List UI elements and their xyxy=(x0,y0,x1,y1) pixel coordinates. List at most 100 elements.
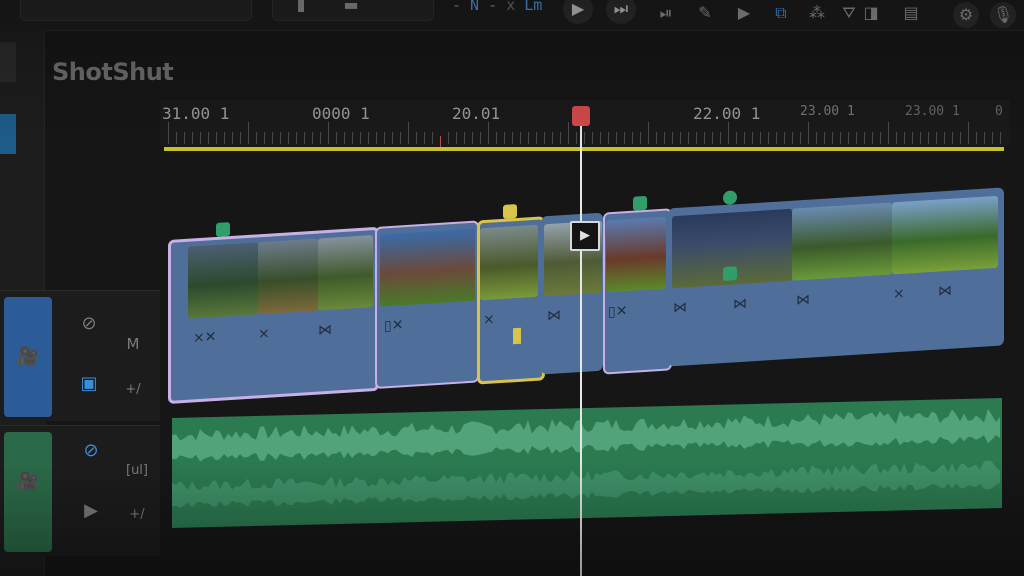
work-area-bar[interactable] xyxy=(164,147,1004,151)
ruler-tick xyxy=(672,132,673,144)
ruler-tick xyxy=(952,132,953,144)
layout-icon[interactable]: ▤ xyxy=(900,2,922,24)
audio-track[interactable] xyxy=(172,380,1002,530)
clip-controls[interactable]: ▯✕ xyxy=(608,303,627,320)
clip-controls[interactable]: ⋈ xyxy=(733,296,747,313)
ruler-tick xyxy=(400,132,401,144)
clip-controls[interactable]: ⋈ xyxy=(673,299,687,316)
clip-thumbnail xyxy=(318,235,373,311)
preview-play-button[interactable]: ▶ xyxy=(570,221,600,251)
grid-icon[interactable]: ⁂ xyxy=(806,2,828,24)
mic-icon[interactable]: 🎙 xyxy=(990,2,1016,28)
ruler-tick xyxy=(408,122,409,144)
filter-icon[interactable]: ⛛ xyxy=(838,2,860,24)
ruler-tick xyxy=(344,132,345,144)
ruler-tick xyxy=(960,132,961,144)
ruler-tick xyxy=(496,132,497,144)
clip-marker[interactable] xyxy=(723,190,737,206)
clip-marker[interactable] xyxy=(633,195,647,211)
ruler-tick xyxy=(464,132,465,144)
ruler-tick xyxy=(928,132,929,144)
settings-icon[interactable]: ⚙ xyxy=(953,2,979,28)
ruler-tick xyxy=(896,132,897,144)
ruler-tick xyxy=(416,132,417,144)
ruler-tick xyxy=(984,132,985,144)
track-label: [ul] xyxy=(126,463,148,478)
clip-thumbnail xyxy=(480,224,538,301)
ruler-tick xyxy=(528,132,529,144)
clip-thumbnail xyxy=(606,216,666,293)
ruler-tick xyxy=(192,132,193,144)
ruler-tick xyxy=(920,132,921,144)
ruler-tick xyxy=(648,122,649,144)
top-toolbar: ▮ ▬ - N - x Lm ▶ ⏭ ⏯ ✎ ▶ ⧉ ⁂ ⛛ ◨ ▤ ⚙ 🎙 xyxy=(0,0,1024,31)
crop-icon[interactable]: ⧉ xyxy=(770,2,792,24)
clip-controls[interactable]: ⨯ xyxy=(483,311,495,328)
play-icon[interactable]: ▶ xyxy=(563,0,593,24)
pause-icon[interactable]: ▮ xyxy=(290,0,312,16)
link-icon[interactable]: ⊘ xyxy=(76,436,106,466)
ruler-tick xyxy=(640,132,641,144)
timecode-display[interactable]: - N - x Lm xyxy=(452,0,552,18)
ruler-tick xyxy=(280,132,281,144)
track-label: +/ xyxy=(129,507,145,522)
timecode-out: Lm xyxy=(524,0,543,14)
ruler-tick xyxy=(200,132,201,144)
ruler-tick xyxy=(392,132,393,144)
ruler-tick xyxy=(248,122,249,144)
link-icon[interactable]: ⊘ xyxy=(74,309,104,339)
folder-icon[interactable]: ▣ xyxy=(74,369,104,399)
ruler-tick xyxy=(656,132,657,144)
clip-controls[interactable]: ⨯ xyxy=(893,286,905,303)
clip-controls[interactable]: ⨯ xyxy=(258,326,270,343)
ruler-tick xyxy=(472,132,473,144)
selected-clip-handle[interactable] xyxy=(513,327,521,345)
playhead[interactable] xyxy=(580,110,582,576)
ruler-tick xyxy=(616,132,617,144)
panel-tab-active[interactable] xyxy=(0,114,16,154)
camera-icon: 🎥 xyxy=(16,471,40,492)
split-icon[interactable]: ⏯ xyxy=(655,2,677,24)
audio-track-camera[interactable]: 🎥 xyxy=(4,432,52,552)
clip-controls[interactable]: ⋈ xyxy=(796,292,810,309)
ruler-tick xyxy=(264,132,265,144)
clip-marker[interactable] xyxy=(216,222,230,237)
timecode-sep: x xyxy=(506,0,516,14)
ruler-tick xyxy=(776,132,777,144)
overlay-icon[interactable]: ◨ xyxy=(860,2,882,24)
clip-marker[interactable] xyxy=(503,204,517,219)
next-frame-icon[interactable]: ⏭ xyxy=(606,0,636,24)
ruler-tick xyxy=(696,132,697,144)
panel-handle[interactable] xyxy=(0,42,16,82)
playhead-handle[interactable] xyxy=(572,106,590,126)
ruler-tick xyxy=(272,132,273,144)
clip-controls[interactable]: ⋈ xyxy=(318,322,332,339)
ruler-tick xyxy=(576,132,577,144)
clip-thumbnail xyxy=(258,238,318,315)
ruler-tick xyxy=(800,132,801,144)
clip-controls[interactable]: ⋈ xyxy=(938,283,952,300)
play-icon[interactable]: ▶ xyxy=(76,496,106,526)
ruler-tick xyxy=(736,132,737,144)
clip-marker[interactable] xyxy=(723,266,737,282)
track-label: +/ xyxy=(125,382,141,397)
ruler-tick xyxy=(456,132,457,144)
ruler-tick xyxy=(304,132,305,144)
video-track-header: 🎥 ⊘ ▣ M +/ xyxy=(0,290,160,421)
track-label: M xyxy=(126,335,140,353)
play-small-icon[interactable]: ▶ xyxy=(733,2,755,24)
minus-icon[interactable]: ▬ xyxy=(340,0,362,16)
ruler-tick xyxy=(256,132,257,144)
ruler-label: 20.01 xyxy=(452,104,501,123)
ruler-tick xyxy=(288,132,289,144)
ruler-tick xyxy=(296,132,297,144)
ruler-tick xyxy=(664,132,665,144)
video-track-camera[interactable]: 🎥 xyxy=(4,297,52,417)
clip-controls[interactable]: ⋈ xyxy=(547,307,561,324)
ruler-tick xyxy=(536,132,537,144)
clip-controls[interactable]: ⨯✕ xyxy=(193,329,216,346)
ruler-tick xyxy=(1000,132,1001,144)
ruler-tick xyxy=(384,132,385,144)
clip-controls[interactable]: ▯✕ xyxy=(384,317,403,334)
edit-icon[interactable]: ✎ xyxy=(694,2,716,24)
